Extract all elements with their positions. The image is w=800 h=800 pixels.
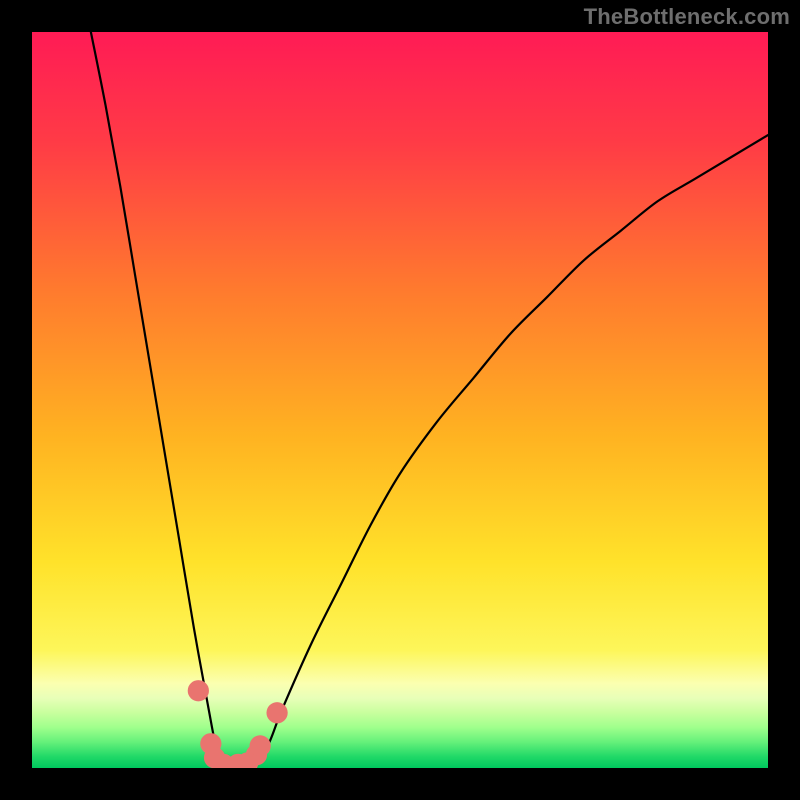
chart-frame: TheBottleneck.com [0,0,800,800]
data-marker [250,735,271,756]
bottleneck-curve [32,32,768,768]
plot-area [32,32,768,768]
data-marker [266,702,287,723]
data-marker [188,680,209,701]
watermark-label: TheBottleneck.com [584,4,790,30]
